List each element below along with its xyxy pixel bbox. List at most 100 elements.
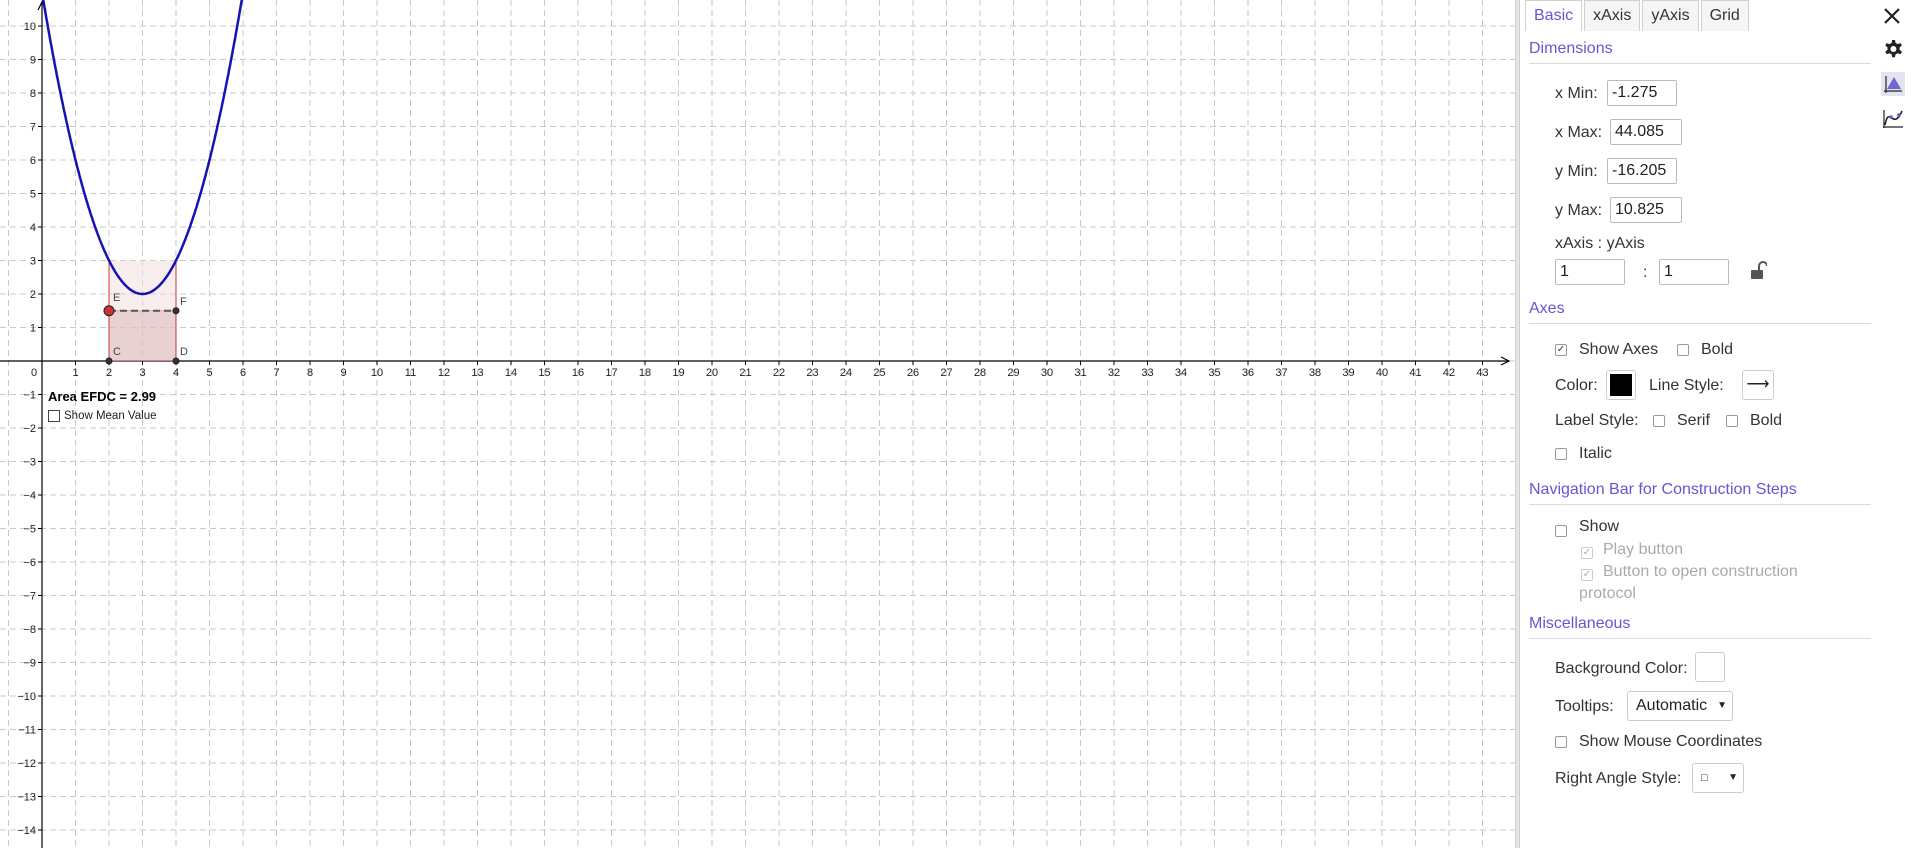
point-label-e: E xyxy=(113,292,120,304)
label-bold-checkbox[interactable] xyxy=(1726,415,1738,427)
y-tick-label: −13 xyxy=(17,792,36,804)
y-tick-label: −12 xyxy=(17,758,36,770)
section-navigation-bar: Navigation Bar for Construction Steps xyxy=(1529,481,1797,498)
bold-checkbox[interactable] xyxy=(1677,344,1689,356)
show-mean-value-checkbox[interactable]: Show Mean Value xyxy=(48,410,156,422)
x-tick-label: 37 xyxy=(1275,367,1287,379)
right-angle-dropdown[interactable]: □ ▼ xyxy=(1692,763,1744,793)
point-d[interactable] xyxy=(172,357,180,365)
tab-xaxis[interactable]: xAxis xyxy=(1584,0,1641,31)
y-tick-label: −5 xyxy=(23,524,36,536)
axes xyxy=(0,0,1511,848)
x-tick-label: 0 xyxy=(31,367,37,379)
section-axes: Axes xyxy=(1529,300,1565,317)
nav-show-checkbox[interactable] xyxy=(1555,525,1567,537)
right-angle-label: Right Angle Style: xyxy=(1555,770,1682,787)
x-tick-label: 26 xyxy=(907,367,919,379)
chevron-down-icon: ▼ xyxy=(1728,772,1738,783)
tab-grid[interactable]: Grid xyxy=(1700,0,1749,31)
axis-color-button[interactable] xyxy=(1606,370,1636,400)
x-tick-label: 8 xyxy=(307,367,313,379)
ymin-input[interactable] xyxy=(1607,158,1677,184)
tab-basic[interactable]: Basic xyxy=(1525,0,1583,31)
x-tick-label: 32 xyxy=(1108,367,1120,379)
properties-panel: Basic xAxis yAxis Grid Dimensions x Min:… xyxy=(1521,0,1882,848)
y-tick-label: 2 xyxy=(30,289,36,301)
axis-ratio-label: xAxis : yAxis xyxy=(1555,235,1645,252)
xmin-input[interactable] xyxy=(1607,80,1677,106)
y-tick-label: 6 xyxy=(30,155,36,167)
x-tick-label: 38 xyxy=(1309,367,1321,379)
x-tick-label: 34 xyxy=(1175,367,1187,379)
italic-label: Italic xyxy=(1579,445,1612,462)
x-tick-label: 14 xyxy=(505,367,517,379)
ratio-x-input[interactable] xyxy=(1555,259,1625,285)
y-tick-label: −4 xyxy=(23,490,36,502)
section-dimensions: Dimensions xyxy=(1529,40,1613,57)
point-e[interactable] xyxy=(103,305,115,317)
x-tick-label: 10 xyxy=(371,367,383,379)
x-tick-label: 24 xyxy=(840,367,852,379)
gear-icon[interactable] xyxy=(1881,38,1905,62)
close-icon[interactable] xyxy=(1882,6,1902,26)
line-style-button[interactable]: ⟶ xyxy=(1742,370,1774,400)
serif-label: Serif xyxy=(1677,412,1710,429)
area-text[interactable]: Area EFDC = 2.99 xyxy=(48,389,156,404)
mouse-coords-label: Show Mouse Coordinates xyxy=(1579,733,1763,750)
x-tick-label: 12 xyxy=(438,367,450,379)
italic-checkbox[interactable] xyxy=(1555,448,1567,460)
y-tick-label: −2 xyxy=(23,423,36,435)
graphics-canvas[interactable]: 0 1 2 3 4 5 6 7 8 9 10 11 12 13 14 15 16 17 18 19 20 21 22 23 24… xyxy=(0,0,1515,848)
ratio-y-input[interactable] xyxy=(1659,259,1729,285)
x-tick-label: 23 xyxy=(806,367,818,379)
x-tick-label: 36 xyxy=(1242,367,1254,379)
mouse-coords-checkbox[interactable] xyxy=(1555,736,1567,748)
x-tick-label: 31 xyxy=(1074,367,1086,379)
y-tick-label: −8 xyxy=(23,624,36,636)
x-tick-label: 30 xyxy=(1041,367,1053,379)
color-label: Color: xyxy=(1555,377,1598,394)
divider xyxy=(1529,504,1871,505)
panel-splitter[interactable] xyxy=(1515,0,1520,848)
bold-label: Bold xyxy=(1701,341,1734,358)
x-tick-label: 27 xyxy=(940,367,952,379)
unlock-icon[interactable] xyxy=(1749,261,1767,281)
point-label-d: D xyxy=(180,346,188,358)
play-button-checkbox: ✓ xyxy=(1581,547,1593,559)
play-button-label: Play button xyxy=(1603,541,1684,558)
background-color-button[interactable] xyxy=(1695,652,1725,682)
ymax-input[interactable] xyxy=(1610,197,1682,223)
mean-checkbox-box[interactable] xyxy=(48,410,60,422)
style-sidebar xyxy=(1881,0,1920,848)
y-tick-label: 5 xyxy=(30,189,36,201)
x-tick-label: 19 xyxy=(672,367,684,379)
divider xyxy=(1529,638,1871,639)
graphics-view[interactable]: 0 1 2 3 4 5 6 7 8 9 10 11 12 13 14 15 16 17 18 19 20 21 22 23 24… xyxy=(0,0,1515,848)
tooltips-dropdown[interactable]: Automatic ▼ xyxy=(1627,691,1733,721)
show-axes-label: Show Axes xyxy=(1579,341,1659,358)
y-tick-label: 10 xyxy=(24,21,36,33)
background-color-label: Background Color: xyxy=(1555,660,1688,677)
protocol-checkbox: ✓ xyxy=(1581,569,1593,581)
section-miscellaneous: Miscellaneous xyxy=(1529,615,1631,632)
tab-yaxis[interactable]: yAxis xyxy=(1642,0,1699,31)
point-f[interactable] xyxy=(172,307,180,315)
y-tick-label: −7 xyxy=(23,591,36,603)
y-tick-label: 1 xyxy=(30,323,36,335)
x-tick-label: 9 xyxy=(340,367,346,379)
x-tick-label: 16 xyxy=(572,367,584,379)
x-tick-label: 40 xyxy=(1376,367,1388,379)
show-axes-checkbox[interactable]: ✓ xyxy=(1555,344,1567,356)
label-style-label: Label Style: xyxy=(1555,412,1639,429)
xmax-input[interactable] xyxy=(1610,119,1682,145)
serif-checkbox[interactable] xyxy=(1653,415,1665,427)
y-tick-label: −6 xyxy=(23,557,36,569)
divider xyxy=(1529,323,1871,324)
point-c[interactable] xyxy=(105,357,113,365)
label-bold-label: Bold xyxy=(1750,412,1783,429)
y-tick-label: 7 xyxy=(30,122,36,134)
graphics-view-icon[interactable] xyxy=(1881,72,1905,96)
y-tick-label: 9 xyxy=(30,55,36,67)
curve-icon[interactable] xyxy=(1881,106,1905,130)
y-tick-label: −9 xyxy=(23,658,36,670)
